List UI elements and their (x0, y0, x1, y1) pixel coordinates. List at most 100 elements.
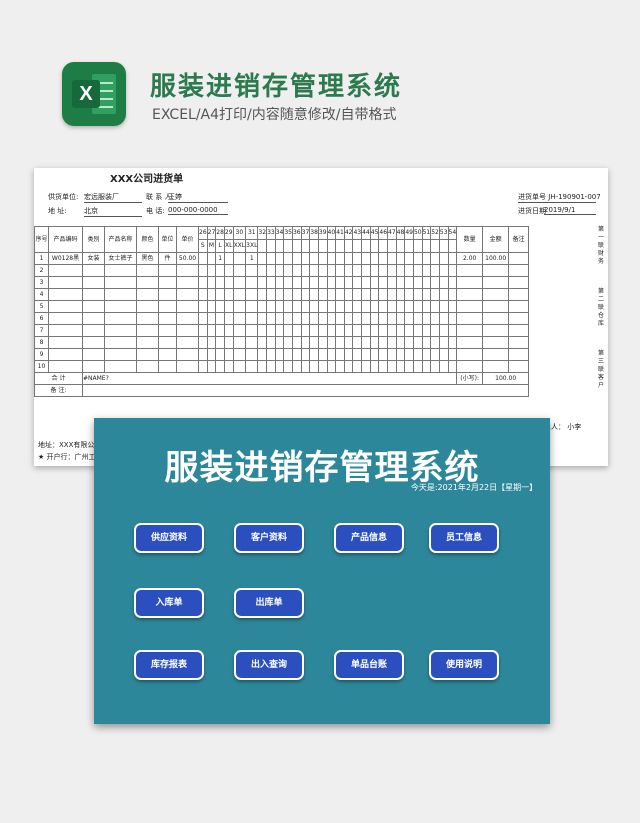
stock-in-button[interactable]: 入库单 (134, 588, 204, 618)
table-cell (421, 300, 432, 313)
table-cell: W0128黑 (48, 252, 83, 265)
size-number-header: 27 (206, 226, 217, 240)
column-header: 类别 (82, 226, 105, 253)
address-label: 地 址: (48, 207, 67, 215)
size-letter-header (387, 239, 397, 253)
manual-button[interactable]: 使用说明 (429, 650, 499, 680)
size-qty-cell (274, 252, 285, 265)
size-number-header: 46 (378, 226, 389, 240)
table-cell (232, 336, 247, 349)
size-number-header: 26 (198, 226, 208, 240)
table-cell (352, 264, 363, 277)
table-cell (317, 288, 328, 301)
product-info-button[interactable]: 产品信息 (334, 523, 404, 553)
table-cell (266, 288, 276, 301)
size-qty-cell: 1 (245, 252, 259, 265)
table-cell (104, 324, 137, 337)
table-cell (317, 264, 328, 277)
table-cell (378, 288, 389, 301)
table-cell (136, 288, 159, 301)
size-letter-header: XXL (232, 239, 247, 253)
table-cell: 女士裤子 (104, 252, 137, 265)
table-cell (274, 336, 285, 349)
table-cell (361, 324, 371, 337)
supplier-info-button[interactable]: 供应资料 (134, 523, 204, 553)
table-cell (232, 288, 247, 301)
table-cell (232, 264, 247, 277)
size-letter-header (438, 239, 449, 253)
copy-notes: 第一联财务 第二联仓库 第三联客户 (594, 226, 608, 412)
table-cell (198, 300, 208, 313)
table-cell (158, 348, 177, 361)
table-cell (352, 276, 363, 289)
table-cell (223, 276, 234, 289)
item-ledger-button[interactable]: 单品台账 (334, 650, 404, 680)
date-display: 今天是:2021年2月22日【星期一】 (410, 483, 538, 492)
contact-value: 王婷 (168, 192, 228, 203)
table-cell (456, 276, 484, 289)
table-cell (257, 360, 268, 373)
size-number-header: 29 (223, 226, 234, 240)
table-cell (309, 324, 319, 337)
staff-info-button[interactable]: 员工信息 (429, 523, 499, 553)
table-cell (447, 348, 458, 361)
table-cell (395, 336, 406, 349)
table-cell (335, 276, 345, 289)
table-cell (245, 276, 259, 289)
subtotal-value: 100.00 (482, 372, 530, 385)
column-header: 单位 (158, 226, 177, 253)
table-cell (387, 288, 397, 301)
table-cell (361, 348, 371, 361)
table-cell (48, 360, 83, 373)
size-number-header: 54 (447, 226, 458, 240)
size-number-header: 37 (300, 226, 311, 240)
table-cell (404, 348, 414, 361)
table-cell (215, 324, 225, 337)
table-cell (274, 264, 285, 277)
inventory-report-button[interactable]: 库存报表 (134, 650, 204, 680)
table-cell (48, 348, 83, 361)
row-number: 7 (34, 324, 49, 337)
table-cell (335, 324, 345, 337)
table-cell (447, 360, 458, 373)
table-cell (421, 312, 432, 325)
table-cell (508, 288, 530, 301)
table-cell (300, 264, 311, 277)
table-cell (257, 264, 268, 277)
table-cell (274, 300, 285, 313)
size-letter-header (369, 239, 380, 253)
stock-out-button[interactable]: 出库单 (234, 588, 304, 618)
table-cell (300, 288, 311, 301)
row-number: 4 (34, 288, 49, 301)
size-qty-cell (378, 252, 389, 265)
table-cell (215, 276, 225, 289)
table-cell (48, 288, 83, 301)
table-cell (206, 300, 217, 313)
size-qty-cell (326, 252, 337, 265)
table-cell (82, 348, 105, 361)
column-header: 金额 (482, 226, 510, 253)
io-query-button[interactable]: 出入查询 (234, 650, 304, 680)
table-cell (447, 300, 458, 313)
row-number: 10 (34, 360, 49, 373)
table-cell (283, 336, 293, 349)
size-qty-cell (395, 252, 406, 265)
size-letter-header (257, 239, 268, 253)
customer-info-button[interactable]: 客户资料 (234, 523, 304, 553)
table-cell (215, 348, 225, 361)
size-letter-header (283, 239, 293, 253)
size-letter-header (343, 239, 354, 253)
size-number-header: 44 (361, 226, 371, 240)
table-cell (395, 324, 406, 337)
table-cell (335, 288, 345, 301)
table-cell (482, 300, 510, 313)
table-cell (352, 312, 363, 325)
size-number-header: 42 (343, 226, 354, 240)
size-qty-cell: 1 (215, 252, 225, 265)
table-cell (206, 288, 217, 301)
size-number-header: 35 (283, 226, 293, 240)
size-number-header: 43 (352, 226, 363, 240)
table-cell (421, 264, 432, 277)
table-cell (369, 264, 380, 277)
table-cell (447, 264, 458, 277)
